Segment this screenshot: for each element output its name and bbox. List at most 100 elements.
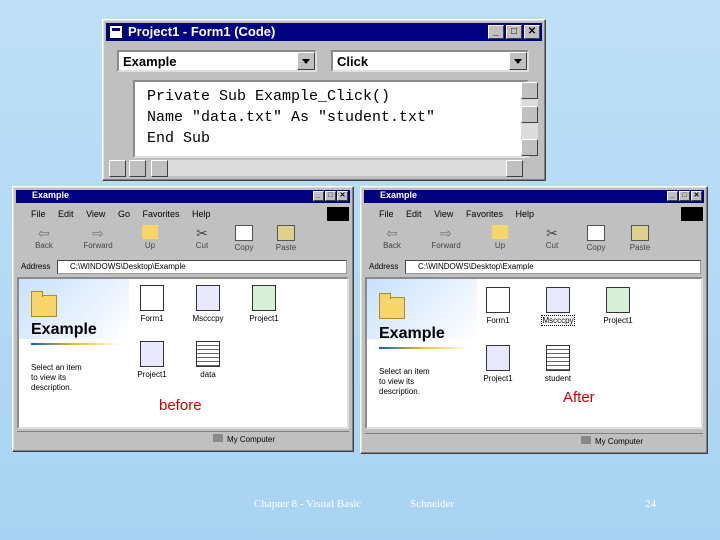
cut-button[interactable]: ✂ Cut [537, 225, 567, 250]
footer-page-number: 24 [645, 498, 656, 510]
back-button[interactable]: ⇦ Back [29, 225, 59, 250]
scroll-up-button[interactable] [521, 82, 538, 99]
text-file-icon [196, 341, 220, 367]
up-folder-icon [492, 225, 508, 239]
before-titlebar[interactable]: Example _ □ ✕ [16, 190, 350, 203]
file-project1[interactable]: Project1 [473, 345, 523, 383]
chevron-down-icon[interactable] [297, 52, 315, 70]
after-titlebar[interactable]: Example _ □ ✕ [364, 190, 704, 203]
up-folder-icon [142, 225, 158, 239]
code-editor[interactable]: Private Sub Example_Click() Name "data.t… [133, 80, 529, 158]
windows-logo-icon [681, 207, 703, 221]
file-mscccpy[interactable]: Mscccpy [183, 285, 233, 323]
vb-project-icon [196, 285, 220, 311]
close-button[interactable]: ✕ [691, 191, 702, 201]
menu-help[interactable]: Help [192, 209, 211, 219]
address-input[interactable]: C:\WINDOWS\Desktop\Example [57, 260, 347, 274]
vb-group-icon [252, 285, 276, 311]
minimize-button[interactable]: _ [313, 191, 324, 201]
menu-favorites[interactable]: Favorites [466, 209, 503, 219]
code-vertical-scrollbar[interactable] [521, 82, 538, 156]
full-module-view-icon[interactable] [129, 160, 146, 177]
computer-icon [213, 434, 223, 442]
copy-icon [587, 225, 605, 241]
code-horizontal-scrollbar[interactable] [151, 160, 523, 177]
minimize-button[interactable]: _ [488, 25, 504, 39]
menu-help[interactable]: Help [515, 209, 534, 219]
menu-view[interactable]: View [86, 209, 105, 219]
menu-view[interactable]: View [434, 209, 453, 219]
copy-icon [235, 225, 253, 241]
after-file-view: Example Select an item to view its descr… [365, 277, 703, 429]
menu-file[interactable]: File [379, 209, 394, 219]
footer-chapter: Chapter 8 - Visual Basic [254, 498, 362, 510]
minimize-button[interactable]: _ [667, 191, 678, 201]
file-form1[interactable]: Form1 [127, 285, 177, 323]
before-status-bar: My Computer [17, 431, 349, 445]
procedure-combo[interactable]: Click [331, 50, 529, 72]
explorer-window-after: Example _ □ ✕ File Edit View Favorites H… [360, 186, 708, 454]
scissors-icon: ✂ [196, 225, 208, 241]
chevron-down-icon[interactable] [509, 52, 527, 70]
paste-button[interactable]: Paste [625, 225, 655, 252]
folder-description: Select an item to view its description. [31, 363, 82, 392]
vb-code-icon [109, 25, 123, 39]
procedure-combo-value: Click [337, 54, 369, 69]
after-title: Example [380, 190, 418, 200]
address-input[interactable]: C:\WINDOWS\Desktop\Example [405, 260, 701, 274]
after-menu-bar: File Edit View Favorites Help [379, 209, 544, 219]
copy-button[interactable]: Copy [229, 225, 259, 252]
after-label: After [563, 389, 595, 406]
file-project1-group[interactable]: Project1 [239, 285, 289, 323]
back-arrow-icon: ⇦ [38, 225, 50, 241]
menu-edit[interactable]: Edit [58, 209, 74, 219]
paste-icon [631, 225, 649, 241]
computer-icon [581, 436, 591, 444]
file-project1-group[interactable]: Project1 [593, 287, 643, 325]
scroll-thumb[interactable] [521, 106, 538, 123]
procedure-view-icon[interactable] [109, 160, 126, 177]
file-form1[interactable]: Form1 [473, 287, 523, 325]
before-file-view: Example Select an item to view its descr… [17, 277, 349, 429]
address-label: Address [21, 262, 51, 271]
maximize-button[interactable]: □ [506, 25, 522, 39]
paste-button[interactable]: Paste [271, 225, 301, 252]
back-arrow-icon: ⇦ [386, 225, 398, 241]
vb-project-icon [546, 287, 570, 313]
close-button[interactable]: ✕ [524, 25, 540, 39]
up-button[interactable]: Up [135, 225, 165, 250]
close-button[interactable]: ✕ [337, 191, 348, 201]
menu-go[interactable]: Go [118, 209, 130, 219]
footer-author: Schneider [410, 498, 454, 510]
code-line-2: Name "data.txt" As "student.txt" [147, 109, 436, 126]
vb-project-icon [486, 345, 510, 371]
file-project1[interactable]: Project1 [127, 341, 177, 379]
after-status-bar: My Computer [365, 433, 703, 447]
file-data[interactable]: data [183, 341, 233, 379]
back-button[interactable]: ⇦ Back [377, 225, 407, 250]
scroll-down-button[interactable] [521, 139, 538, 156]
file-mscccpy[interactable]: Mscccpy [533, 287, 583, 326]
vb-group-icon [606, 287, 630, 313]
folder-description: Select an item to view its description. [379, 367, 430, 396]
menu-favorites[interactable]: Favorites [142, 209, 179, 219]
up-button[interactable]: Up [485, 225, 515, 250]
forward-button[interactable]: ⇨ Forward [83, 225, 113, 250]
explorer-window-before: Example _ □ ✕ File Edit View Go Favorite… [12, 186, 354, 452]
maximize-button[interactable]: □ [325, 191, 336, 201]
after-address-bar: Address C:\WINDOWS\Desktop\Example [369, 260, 701, 274]
menu-edit[interactable]: Edit [406, 209, 422, 219]
code-window-title: Project1 - Form1 (Code) [128, 24, 276, 39]
code-window-titlebar[interactable]: Project1 - Form1 (Code) _ □ ✕ [106, 23, 542, 41]
scroll-left-button[interactable] [151, 160, 168, 177]
maximize-button[interactable]: □ [679, 191, 690, 201]
object-combo[interactable]: Example [117, 50, 317, 72]
copy-button[interactable]: Copy [581, 225, 611, 252]
scroll-right-button[interactable] [506, 160, 523, 177]
folder-icon [379, 293, 405, 319]
forward-button[interactable]: ⇨ Forward [431, 225, 461, 250]
before-label: before [159, 397, 202, 414]
cut-button[interactable]: ✂ Cut [187, 225, 217, 250]
file-student[interactable]: student [533, 345, 583, 383]
menu-file[interactable]: File [31, 209, 46, 219]
